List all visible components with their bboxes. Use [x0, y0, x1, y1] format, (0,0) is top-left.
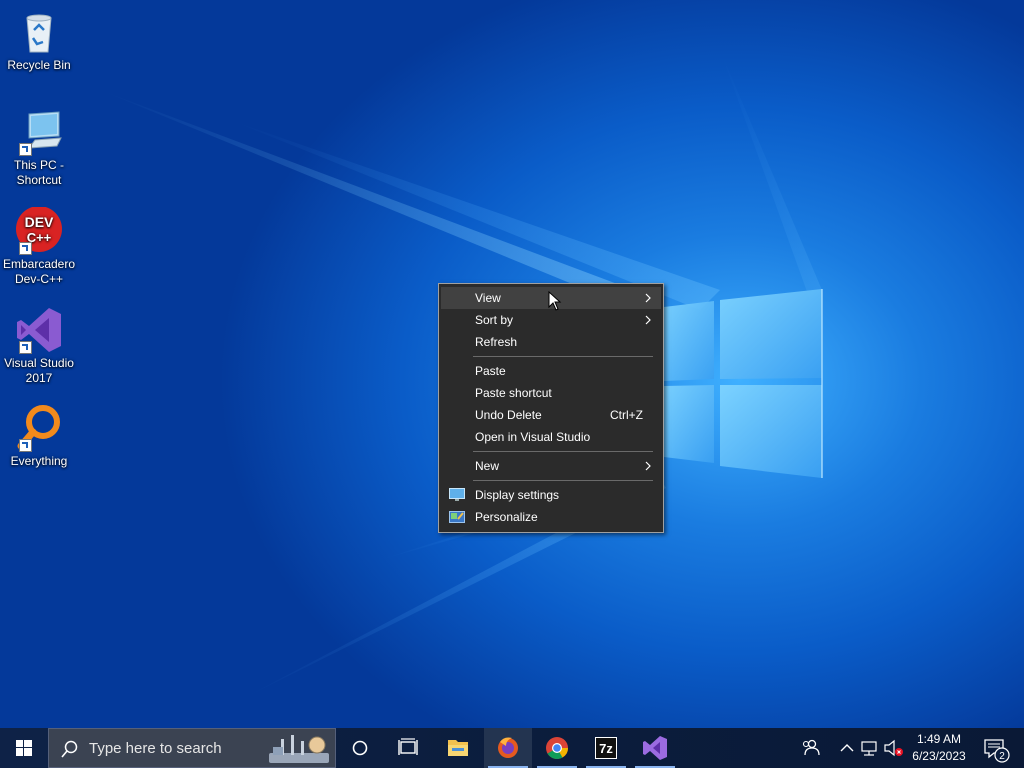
taskbar-visual-studio[interactable] [631, 728, 679, 768]
desktop-icon-label: This PC - Shortcut [13, 158, 64, 187]
search-highlight-illustration-icon [269, 735, 329, 763]
firefox-icon [498, 737, 518, 758]
taskbar-file-explorer[interactable] [434, 728, 482, 768]
chrome-icon [546, 737, 568, 759]
menu-item-label: Paste shortcut [475, 386, 552, 400]
menu-item-label: Display settings [475, 488, 560, 502]
everything-search-icon [15, 404, 63, 452]
desktop-icon-label: Embarcadero Dev-C++ [2, 257, 76, 286]
chevron-right-icon [645, 461, 651, 471]
desktop-context-menu: View Sort by Refresh Paste Paste shortcu… [438, 283, 664, 533]
menu-item-sort-by[interactable]: Sort by [441, 309, 661, 331]
shortcut-arrow-icon [19, 341, 32, 354]
windows-logo-icon [16, 740, 32, 756]
menu-item-label: View [475, 291, 501, 305]
mouse-cursor-icon [548, 291, 562, 311]
chevron-right-icon [645, 293, 651, 303]
task-view-button[interactable] [384, 728, 432, 768]
computer-icon [15, 108, 63, 156]
menu-separator [473, 356, 653, 357]
menu-separator [473, 480, 653, 481]
start-button[interactable] [0, 728, 48, 768]
devcpp-icon: DEV C++ [15, 206, 63, 255]
visual-studio-icon [643, 736, 667, 760]
7zip-text: 7z [599, 741, 613, 756]
menu-item-refresh[interactable]: Refresh [441, 331, 661, 353]
notification-count: 2 [999, 751, 1005, 762]
people-button[interactable] [790, 728, 830, 768]
desktop-icon-this-pc[interactable]: This PC - Shortcut [1, 108, 77, 188]
display-settings-icon [449, 488, 465, 501]
desktop-icon-visual-studio[interactable]: Visual Studio 2017 [1, 306, 77, 386]
notification-icon: 2 [984, 739, 1010, 763]
menu-item-label: New [475, 459, 500, 473]
folder-icon [448, 740, 468, 756]
show-hidden-icons-button[interactable] [836, 728, 858, 768]
menu-item-paste[interactable]: Paste [441, 360, 661, 382]
taskbar-chrome[interactable] [533, 728, 581, 768]
menu-item-display-settings[interactable]: Display settings [441, 484, 661, 506]
visual-studio-icon [15, 306, 63, 354]
desktop-icon-devcpp[interactable]: DEV C++ Embarcadero Dev-C++ [1, 206, 77, 287]
desktop-icon-label: Everything [10, 454, 68, 468]
taskbar-7zip[interactable]: 7z [582, 728, 630, 768]
svg-text:DEV: DEV [25, 214, 54, 230]
desktop[interactable]: Recycle Bin This PC - Shortcut DEV C++ E… [0, 0, 1024, 728]
menu-item-label: Open in Visual Studio [475, 430, 591, 444]
shortcut-arrow-icon [19, 439, 32, 452]
desktop-icon-recycle-bin[interactable]: Recycle Bin [1, 8, 77, 73]
desktop-icon-label: Recycle Bin [7, 58, 71, 72]
network-button[interactable] [858, 728, 882, 768]
taskbar-search-box[interactable]: Type here to search [48, 728, 336, 768]
taskbar-firefox[interactable] [484, 728, 532, 768]
7zip-icon: 7z [595, 737, 617, 759]
volume-button[interactable] [882, 728, 906, 768]
network-icon [861, 741, 877, 756]
menu-separator [473, 451, 653, 452]
menu-item-open-in-visual-studio[interactable]: Open in Visual Studio [441, 426, 661, 448]
keyboard-shortcut: Ctrl+Z [610, 408, 643, 422]
chevron-right-icon [645, 315, 651, 325]
desktop-icon-everything[interactable]: Everything [1, 404, 77, 469]
action-center-button[interactable]: 2 [976, 728, 1018, 768]
personalize-icon [449, 511, 465, 523]
cortana-button[interactable] [336, 728, 384, 768]
menu-item-label: Paste [475, 364, 506, 378]
clock-date: 6/23/2023 [912, 749, 966, 763]
shortcut-arrow-icon [19, 143, 32, 156]
menu-item-new[interactable]: New [441, 455, 661, 477]
menu-item-label: Personalize [475, 510, 538, 524]
cortana-circle-icon [352, 740, 368, 756]
search-placeholder: Type here to search [89, 740, 222, 757]
menu-item-paste-shortcut[interactable]: Paste shortcut [441, 382, 661, 404]
taskbar: Type here to search 7z 1:49 AM 6/23/2023… [0, 728, 1024, 768]
task-view-icon [398, 738, 418, 755]
shortcut-arrow-icon [19, 242, 32, 255]
menu-item-personalize[interactable]: Personalize [441, 506, 661, 528]
menu-item-label: Undo Delete [475, 408, 542, 422]
clock-time: 1:49 AM [916, 732, 962, 746]
recycle-bin-icon [15, 8, 63, 56]
clock[interactable]: 1:49 AM 6/23/2023 [906, 728, 972, 768]
desktop-icon-label: Visual Studio 2017 [4, 356, 74, 385]
menu-item-label: Refresh [475, 335, 518, 349]
chevron-up-icon [840, 744, 854, 752]
menu-item-label: Sort by [475, 313, 514, 327]
menu-item-undo-delete[interactable]: Undo Delete Ctrl+Z [441, 404, 661, 426]
people-icon [802, 739, 820, 756]
volume-muted-icon [884, 739, 903, 757]
search-icon [61, 740, 78, 758]
